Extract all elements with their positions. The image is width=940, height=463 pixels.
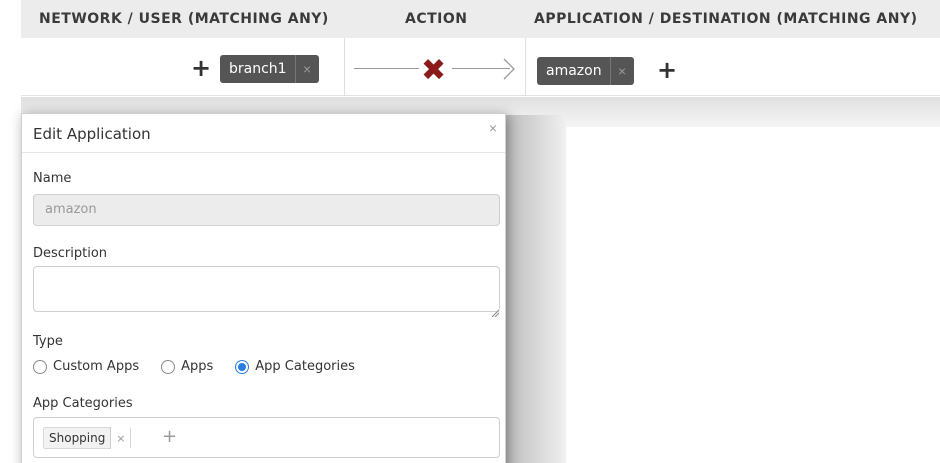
type-option-app-categories[interactable]: App Categories <box>235 359 355 374</box>
remove-category-icon[interactable]: × <box>110 427 131 449</box>
edit-application-modal: Edit Application × Name amazon Descripti… <box>21 113 506 463</box>
radio-custom-apps[interactable] <box>33 359 47 374</box>
category-chip-label: Shopping <box>49 431 106 445</box>
type-radio-group: Custom Apps Apps App Categories <box>33 359 377 374</box>
modal-title: Edit Application <box>33 125 151 143</box>
type-option-label: Custom Apps <box>53 359 140 374</box>
close-icon[interactable]: × <box>489 120 497 136</box>
add-destination-button[interactable]: + <box>657 58 677 82</box>
app-categories-field[interactable]: Shopping × + <box>33 417 500 458</box>
radio-app-categories[interactable] <box>235 359 250 374</box>
type-option-label: Apps <box>181 359 214 374</box>
description-field[interactable] <box>33 266 500 312</box>
column-divider <box>525 38 526 96</box>
column-network-user: NETWORK / USER (MATCHING ANY) <box>39 11 329 27</box>
source-tag: branch1 × <box>220 55 319 83</box>
remove-destination-tag-icon[interactable]: × <box>609 57 634 85</box>
rule-table-header: NETWORK / USER (MATCHING ANY) ACTION APP… <box>21 0 940 38</box>
rule-row <box>21 38 940 96</box>
name-label: Name <box>33 171 72 186</box>
app-categories-label: App Categories <box>33 396 133 411</box>
resize-handle-icon[interactable] <box>491 304 500 318</box>
type-option-custom-apps[interactable]: Custom Apps <box>33 359 139 374</box>
add-category-button[interactable]: + <box>162 426 177 447</box>
type-option-apps[interactable]: Apps <box>161 359 213 374</box>
radio-apps[interactable] <box>161 359 176 374</box>
type-label: Type <box>33 334 63 349</box>
arrow-right-icon <box>503 58 515 80</box>
policy-editor-canvas: NETWORK / USER (MATCHING ANY) ACTION APP… <box>0 0 940 463</box>
source-tag-label: branch1 <box>229 61 287 77</box>
action-line-left <box>354 68 419 69</box>
type-option-label: App Categories <box>255 359 355 374</box>
category-chip: Shopping × <box>43 427 132 449</box>
modal-divider <box>22 152 505 153</box>
name-field: amazon <box>33 194 500 226</box>
column-application-destination: APPLICATION / DESTINATION (MATCHING ANY) <box>534 11 918 27</box>
description-label: Description <box>33 246 108 261</box>
destination-tag-label: amazon <box>546 63 602 79</box>
modal-shadow <box>506 115 566 463</box>
column-action: ACTION <box>405 11 468 27</box>
deny-action-icon[interactable]: ✖ <box>421 56 446 86</box>
destination-tag: amazon × <box>537 57 634 85</box>
remove-source-tag-icon[interactable]: × <box>294 55 319 83</box>
column-divider <box>344 38 345 96</box>
add-source-button[interactable]: + <box>191 56 211 80</box>
